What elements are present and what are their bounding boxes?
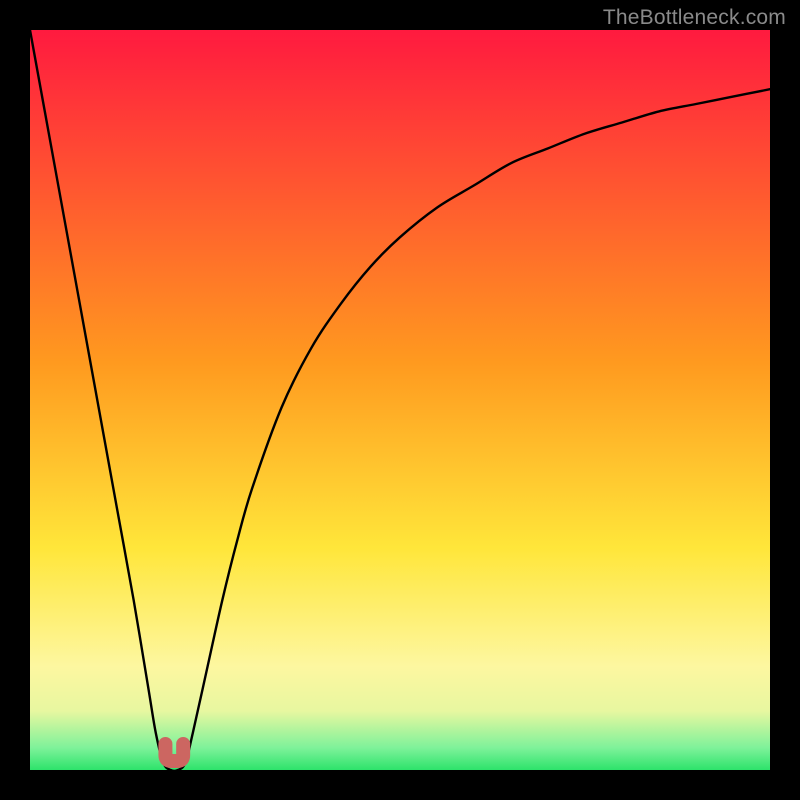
chart-frame [0,0,800,800]
watermark-text: TheBottleneck.com [603,6,786,30]
